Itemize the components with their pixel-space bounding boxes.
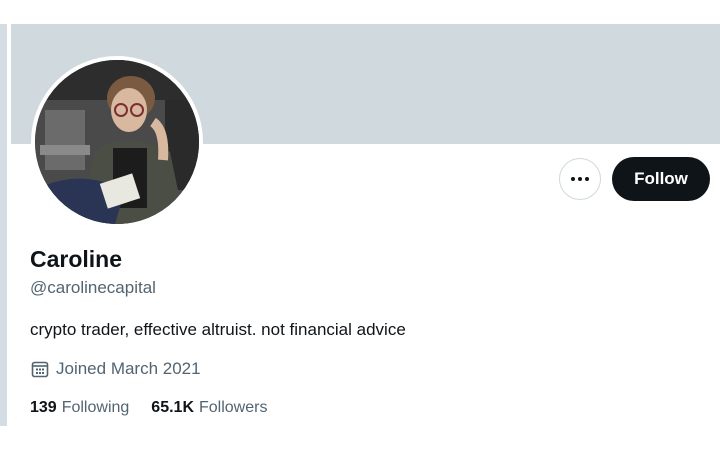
profile-name: Caroline	[30, 246, 123, 272]
left-border	[0, 24, 7, 426]
more-options-button[interactable]	[559, 158, 601, 200]
joined-text: Joined March 2021	[56, 359, 201, 378]
followers-label: Followers	[199, 399, 268, 416]
avatar[interactable]	[31, 56, 203, 228]
avatar-photo	[35, 60, 199, 224]
followers-link[interactable]: 65.1K Followers	[151, 397, 267, 419]
profile-handle: @carolinecapital	[30, 278, 156, 297]
calendar-icon	[31, 361, 49, 378]
following-label: Following	[61, 399, 130, 416]
profile-bio: crypto trader, effective altruist. not f…	[30, 320, 406, 339]
ellipsis-icon	[571, 177, 589, 181]
joined-date: Joined March 2021	[30, 358, 201, 380]
followers-count: 65.1K	[151, 399, 194, 416]
follow-stats: 139 Following 65.1K Followers	[30, 397, 267, 419]
profile-page: Follow Caroline @carolinecapital crypto …	[0, 0, 720, 450]
following-link[interactable]: 139 Following	[30, 397, 129, 419]
following-count: 139	[30, 399, 57, 416]
follow-button[interactable]: Follow	[612, 157, 710, 201]
